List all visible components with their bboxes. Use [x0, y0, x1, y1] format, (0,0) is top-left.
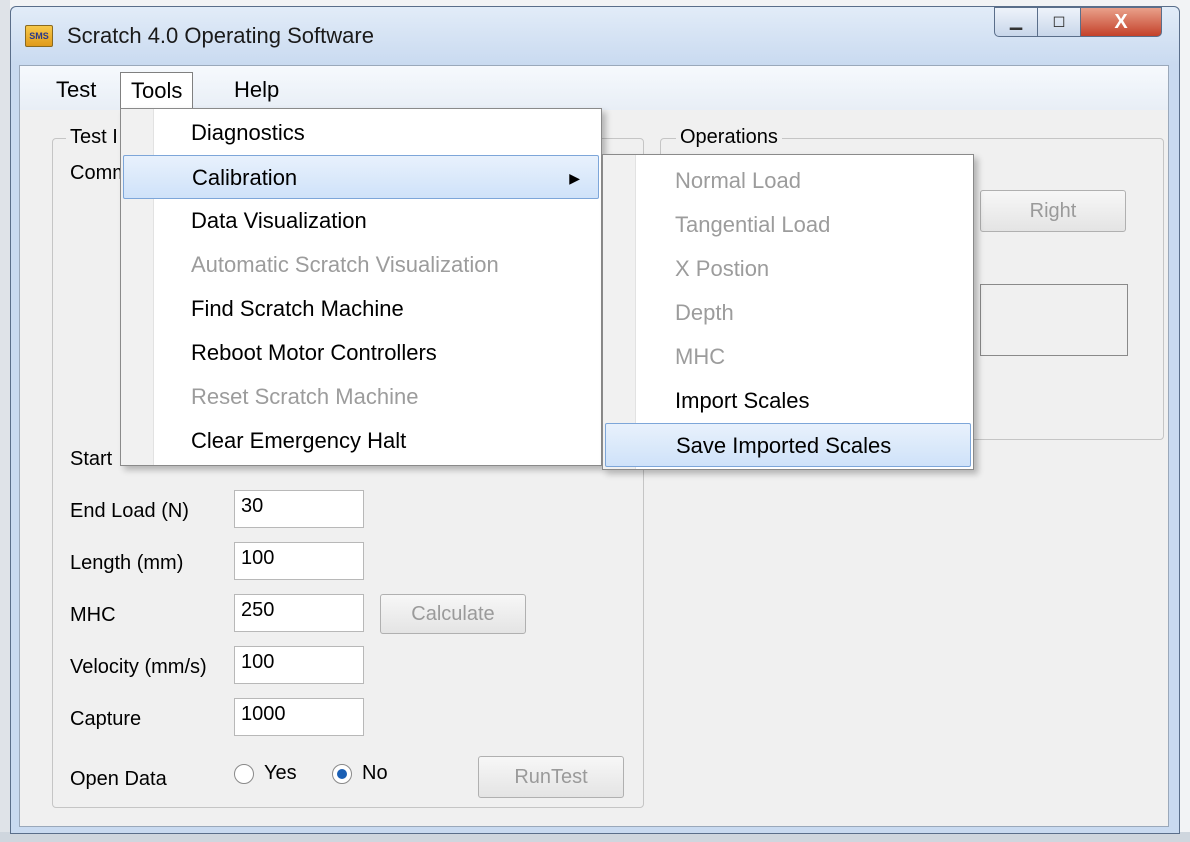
menu-item-diagnostics[interactable]: Diagnostics — [123, 111, 599, 155]
open-data-label: Open Data — [70, 768, 167, 790]
submenu-item-mhc: MHC — [675, 344, 726, 369]
calculate-button[interactable]: Calculate — [380, 594, 526, 634]
right-button[interactable]: Right — [980, 190, 1126, 232]
menu-item-calibration-label: Calibration — [192, 165, 298, 190]
test-group-legend: Test I — [66, 126, 122, 149]
close-button[interactable]: X — [1080, 7, 1162, 37]
tools-dropdown-menu: Diagnostics Calibration ▶ Data Visualiza… — [120, 108, 602, 466]
maximize-button[interactable]: ◻ — [1037, 7, 1081, 37]
menu-help[interactable]: Help — [226, 72, 287, 108]
menu-bar: Test Tools Help — [20, 66, 1168, 110]
submenu-arrow-icon: ▶ — [569, 170, 580, 186]
desktop-edge — [0, 0, 10, 842]
menu-item-find-scratch-machine[interactable]: Find Scratch Machine — [123, 287, 599, 331]
menu-item-calibration[interactable]: Calibration ▶ — [123, 155, 599, 199]
menu-tools[interactable]: Tools — [120, 72, 194, 108]
start-load-label: Start — [70, 448, 113, 470]
length-input[interactable]: 100 — [234, 542, 364, 580]
menu-item-data-visualization[interactable]: Data Visualization — [123, 199, 599, 243]
velocity-label: Velocity (mm/s) — [70, 656, 207, 678]
app-logo-icon: SMS — [25, 25, 53, 47]
end-load-label: End Load (N) — [70, 500, 189, 522]
open-data-yes-radio[interactable] — [234, 764, 254, 784]
mhc-label: MHC — [70, 604, 116, 626]
calibration-submenu: Normal Load Tangential Load X Postion De… — [602, 154, 974, 470]
submenu-item-save-imported-scales[interactable]: Save Imported Scales — [605, 423, 971, 467]
length-label: Length (mm) — [70, 552, 184, 574]
minimize-button[interactable]: ▁ — [994, 7, 1038, 37]
operations-group-legend: Operations — [676, 126, 782, 149]
submenu-item-import-scales[interactable]: Import Scales — [605, 379, 971, 423]
submenu-item-x-position: X Postion — [675, 256, 770, 281]
menu-item-automatic-scratch-visualization: Automatic Scratch Visualization — [191, 252, 499, 277]
submenu-item-tangential-load: Tangential Load — [675, 212, 831, 237]
submenu-item-normal-load: Normal Load — [675, 168, 801, 193]
open-data-yes-label: Yes — [264, 762, 297, 784]
mhc-input[interactable]: 250 — [234, 594, 364, 632]
window-title: Scratch 4.0 Operating Software — [67, 23, 374, 48]
velocity-input[interactable]: 100 — [234, 646, 364, 684]
open-data-no-label: No — [362, 762, 388, 784]
menu-test[interactable]: Test — [48, 72, 104, 108]
run-test-button[interactable]: RunTest — [478, 756, 624, 798]
operations-display-box — [980, 284, 1128, 356]
menu-item-reset-scratch-machine: Reset Scratch Machine — [191, 384, 419, 409]
menu-item-clear-emergency-halt[interactable]: Clear Emergency Halt — [123, 419, 599, 463]
open-data-no-radio[interactable] — [332, 764, 352, 784]
submenu-item-depth: Depth — [675, 300, 734, 325]
menu-item-reboot-motor-controllers[interactable]: Reboot Motor Controllers — [123, 331, 599, 375]
end-load-input[interactable]: 30 — [234, 490, 364, 528]
title-bar[interactable]: SMS Scratch 4.0 Operating Software ▁ ◻ X — [11, 7, 1179, 65]
capture-input[interactable]: 1000 — [234, 698, 364, 736]
capture-label: Capture — [70, 708, 142, 730]
